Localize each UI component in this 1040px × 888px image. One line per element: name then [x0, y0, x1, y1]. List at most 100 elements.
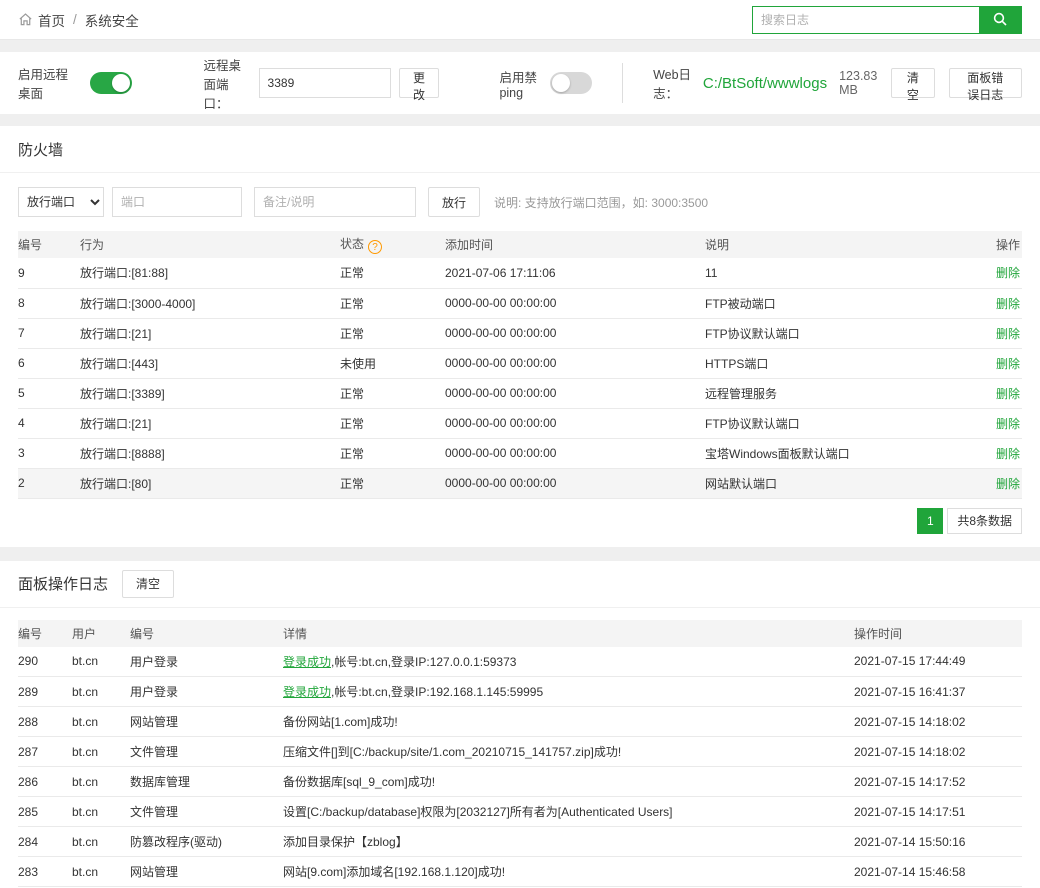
log-clear-button[interactable]: 清空 — [122, 570, 174, 598]
log-row: 287 bt.cn 文件管理 压缩文件[]到[C:/backup/site/1.… — [18, 737, 1022, 767]
firewall-rule-row: 9 放行端口:[81:88] 正常 2021-07-06 17:11:06 11… — [18, 258, 1022, 288]
log-detail-text: 网站[9.com]添加域名[192.168.1.120]成功! — [283, 865, 505, 879]
firewall-pagination: 1 共8条数据 — [0, 499, 1040, 547]
log-row: 289 bt.cn 用户登录 登录成功,帐号:bt.cn,登录IP:192.16… — [18, 677, 1022, 707]
remote-desktop-label: 启用远程桌面 — [18, 64, 80, 102]
breadcrumb-current: 系统安全 — [85, 10, 139, 30]
log-row: 283 bt.cn 网站管理 网站[9.com]添加域名[192.168.1.1… — [18, 857, 1022, 887]
log-detail-text: 设置[C:/backup/database]权限为[2032127]所有者为[A… — [283, 805, 673, 819]
rule-action: 放行端口:[81:88] — [80, 258, 340, 288]
log-time: 2021-07-15 14:17:52 — [854, 767, 1022, 797]
change-port-button[interactable]: 更改 — [399, 68, 440, 98]
log-detail-text: 备份数据库[sql_9_com]成功! — [283, 775, 435, 789]
note-input[interactable] — [254, 187, 416, 217]
search-input[interactable] — [753, 7, 979, 33]
rule-id: 6 — [18, 348, 80, 378]
log-user: bt.cn — [72, 707, 130, 737]
rule-action: 放行端口:[8888] — [80, 438, 340, 468]
delete-rule-link[interactable]: 删除 — [996, 327, 1020, 341]
log-user: bt.cn — [72, 737, 130, 767]
rule-time: 0000-00-00 00:00:00 — [445, 468, 705, 498]
log-id: 283 — [18, 857, 72, 887]
col-time: 添加时间 — [445, 231, 705, 258]
ping-toggle[interactable] — [550, 72, 592, 94]
weblog-group: Web日志： C:/BtSoft/wwwlogs 123.83 MB 清空 面板… — [653, 64, 1022, 102]
log-type: 文件管理 — [130, 737, 283, 767]
log-detail: 备份网站[1.com]成功! — [283, 707, 854, 737]
toolbar-divider — [622, 63, 623, 103]
delete-rule-link[interactable]: 删除 — [996, 357, 1020, 371]
log-id: 289 — [18, 677, 72, 707]
col-id: 编号 — [18, 231, 80, 258]
rule-id: 2 — [18, 468, 80, 498]
rule-status: 正常 — [340, 408, 445, 438]
log-time: 2021-07-15 14:18:02 — [854, 737, 1022, 767]
rule-type-select[interactable]: 放行端口 — [18, 187, 104, 217]
log-type: 防篡改程序(驱动) — [130, 827, 283, 857]
rule-action: 放行端口:[21] — [80, 408, 340, 438]
log-id: 288 — [18, 707, 72, 737]
log-title: 面板操作日志 — [18, 573, 108, 594]
rule-status: 正常 — [340, 438, 445, 468]
log-id: 290 — [18, 647, 72, 677]
rule-time: 0000-00-00 00:00:00 — [445, 288, 705, 318]
delete-rule-link[interactable]: 删除 — [996, 266, 1020, 280]
log-user: bt.cn — [72, 677, 130, 707]
delete-rule-link[interactable]: 删除 — [996, 417, 1020, 431]
panel-error-log-button[interactable]: 面板错误日志 — [949, 68, 1023, 98]
firewall-rule-row: 8 放行端口:[3000-4000] 正常 0000-00-00 00:00:0… — [18, 288, 1022, 318]
firewall-rule-row: 6 放行端口:[443] 未使用 0000-00-00 00:00:00 HTT… — [18, 348, 1022, 378]
operation-log-panel: 面板操作日志 清空 编号 用户 编号 详情 操作时间 — [0, 561, 1040, 888]
breadcrumb-separator: / — [73, 12, 77, 27]
rule-id: 5 — [18, 378, 80, 408]
firewall-panel: 防火墙 放行端口 放行 说明: 支持放行端口范围，如: 3000:3500 编号… — [0, 126, 1040, 547]
log-detail-highlight: 登录成功 — [283, 685, 331, 699]
log-id: 284 — [18, 827, 72, 857]
delete-rule-link[interactable]: 删除 — [996, 477, 1020, 491]
delete-rule-link[interactable]: 删除 — [996, 447, 1020, 461]
weblog-path-link[interactable]: C:/BtSoft/wwwlogs — [703, 75, 827, 92]
log-detail: 添加目录保护【zblog】 — [283, 827, 854, 857]
rule-note: 远程管理服务 — [705, 378, 964, 408]
delete-rule-link[interactable]: 删除 — [996, 387, 1020, 401]
log-user: bt.cn — [72, 797, 130, 827]
log-user: bt.cn — [72, 767, 130, 797]
log-row: 290 bt.cn 用户登录 登录成功,帐号:bt.cn,登录IP:127.0.… — [18, 647, 1022, 677]
weblog-clear-button[interactable]: 清空 — [891, 68, 934, 98]
rule-time: 0000-00-00 00:00:00 — [445, 408, 705, 438]
toggle-knob — [552, 74, 570, 92]
col-log-type: 编号 — [130, 620, 283, 647]
log-detail: 登录成功,帐号:bt.cn,登录IP:192.168.1.145:59995 — [283, 677, 854, 707]
remote-desktop-toggle[interactable] — [90, 72, 132, 94]
col-status-label: 状态 — [340, 237, 364, 251]
breadcrumb-home-link[interactable]: 首页 — [38, 10, 65, 30]
search-button[interactable] — [979, 7, 1021, 33]
rule-status: 正常 — [340, 318, 445, 348]
page-button-1[interactable]: 1 — [917, 508, 943, 534]
rule-id: 4 — [18, 408, 80, 438]
firewall-rule-row: 2 放行端口:[80] 正常 0000-00-00 00:00:00 网站默认端… — [18, 468, 1022, 498]
col-log-time: 操作时间 — [854, 620, 1022, 647]
col-note: 说明 — [705, 231, 964, 258]
breadcrumb: 首页 / 系统安全 — [18, 10, 139, 30]
firewall-rule-row: 7 放行端口:[21] 正常 0000-00-00 00:00:00 FTP协议… — [18, 318, 1022, 348]
allow-port-button[interactable]: 放行 — [428, 187, 480, 217]
firewall-table-header: 编号 行为 状态? 添加时间 说明 操作 — [18, 231, 1022, 258]
rule-id: 9 — [18, 258, 80, 288]
delete-rule-link[interactable]: 删除 — [996, 297, 1020, 311]
col-op: 操作 — [964, 231, 1022, 258]
log-detail: 网站[9.com]添加域名[192.168.1.120]成功! — [283, 857, 854, 887]
log-id: 287 — [18, 737, 72, 767]
status-help-icon[interactable]: ? — [368, 240, 382, 254]
remote-port-input[interactable] — [259, 68, 391, 98]
rule-status: 正常 — [340, 378, 445, 408]
rule-time: 0000-00-00 00:00:00 — [445, 438, 705, 468]
firewall-header: 防火墙 — [0, 126, 1040, 173]
col-status: 状态? — [340, 231, 445, 258]
firewall-rule-row: 5 放行端口:[3389] 正常 0000-00-00 00:00:00 远程管… — [18, 378, 1022, 408]
rule-action: 放行端口:[3000-4000] — [80, 288, 340, 318]
port-input[interactable] — [112, 187, 242, 217]
firewall-form: 放行端口 放行 说明: 支持放行端口范围，如: 3000:3500 — [18, 173, 1022, 231]
log-row: 288 bt.cn 网站管理 备份网站[1.com]成功! 2021-07-15… — [18, 707, 1022, 737]
rule-status: 正常 — [340, 288, 445, 318]
